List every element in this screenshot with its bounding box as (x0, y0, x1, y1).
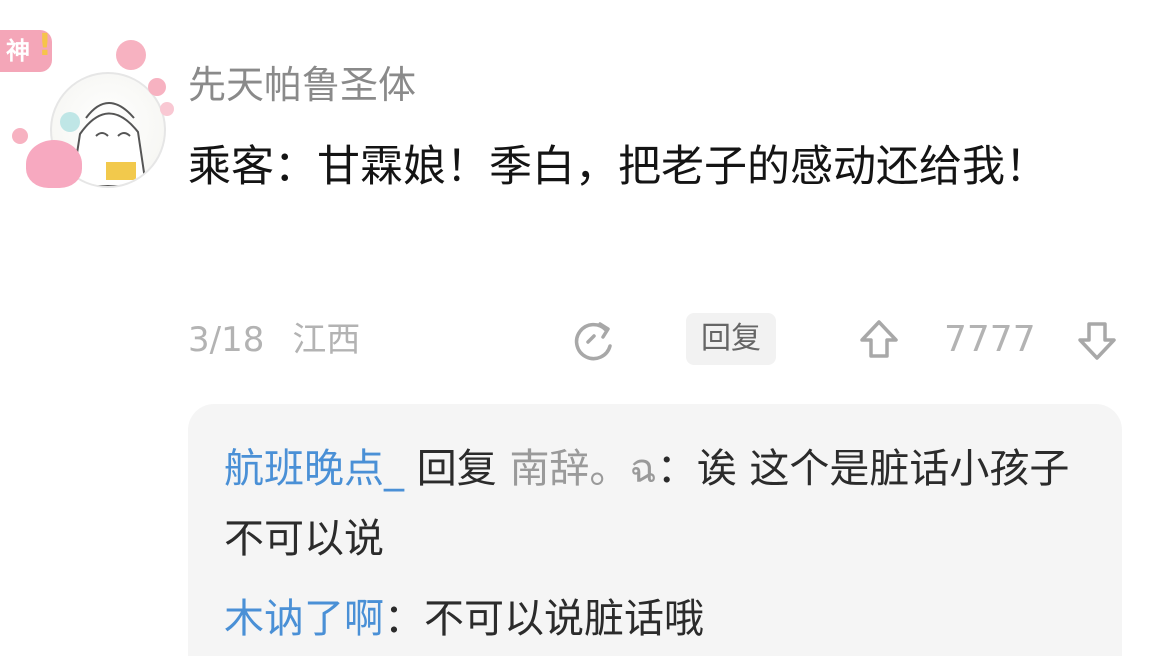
upvote-icon[interactable] (856, 316, 902, 362)
vote-count: 7777 (944, 319, 1036, 360)
flower-decoration (12, 128, 28, 144)
reply-item[interactable]: 木讷了啊：不可以说脏话哦 (224, 584, 1094, 654)
comment-date: 3/18 (188, 320, 265, 360)
reply-button[interactable]: 回复 (686, 313, 776, 365)
username[interactable]: 先天帕鲁圣体 (188, 60, 416, 110)
comment-location: 江西 (292, 320, 361, 360)
reply-item[interactable]: 航班晚点_ 回复 南辞。ฉ：诶 这个是脏话小孩子不可以说 (224, 434, 1094, 574)
share-icon[interactable] (570, 318, 616, 364)
badge-exclamation: ! (38, 28, 52, 63)
reply-author[interactable]: 航班晚点_ (224, 446, 404, 492)
reply-separator: ： (656, 446, 697, 492)
flower-decoration (116, 40, 146, 70)
reply-author[interactable]: 木讷了啊 (224, 596, 384, 642)
octopus-decoration (26, 140, 82, 188)
replies-panel[interactable]: 航班晚点_ 回复 南辞。ฉ：诶 这个是脏话小孩子不可以说 木讷了啊：不可以说脏话… (188, 404, 1122, 656)
comment-meta: 3/18 江西 (188, 314, 388, 366)
comment-card: 神 ! 先天帕鲁圣体 乘客：甘霖娘！季白，把老子的感动还给我！ 3/18 江西 (0, 0, 1170, 656)
reply-word: 回复 (404, 446, 510, 492)
reply-text: 不可以说脏话哦 (424, 596, 704, 642)
avatar-area[interactable]: 神 ! (0, 22, 180, 192)
reply-target[interactable]: 南辞。ฉ (509, 446, 656, 492)
flower-decoration (148, 78, 166, 96)
comment-text: 乘客：甘霖娘！季白，把老子的感动还给我！ (188, 142, 1048, 192)
downvote-icon[interactable] (1074, 318, 1120, 364)
reply-separator: ： (384, 596, 424, 642)
flower-decoration (160, 102, 174, 116)
